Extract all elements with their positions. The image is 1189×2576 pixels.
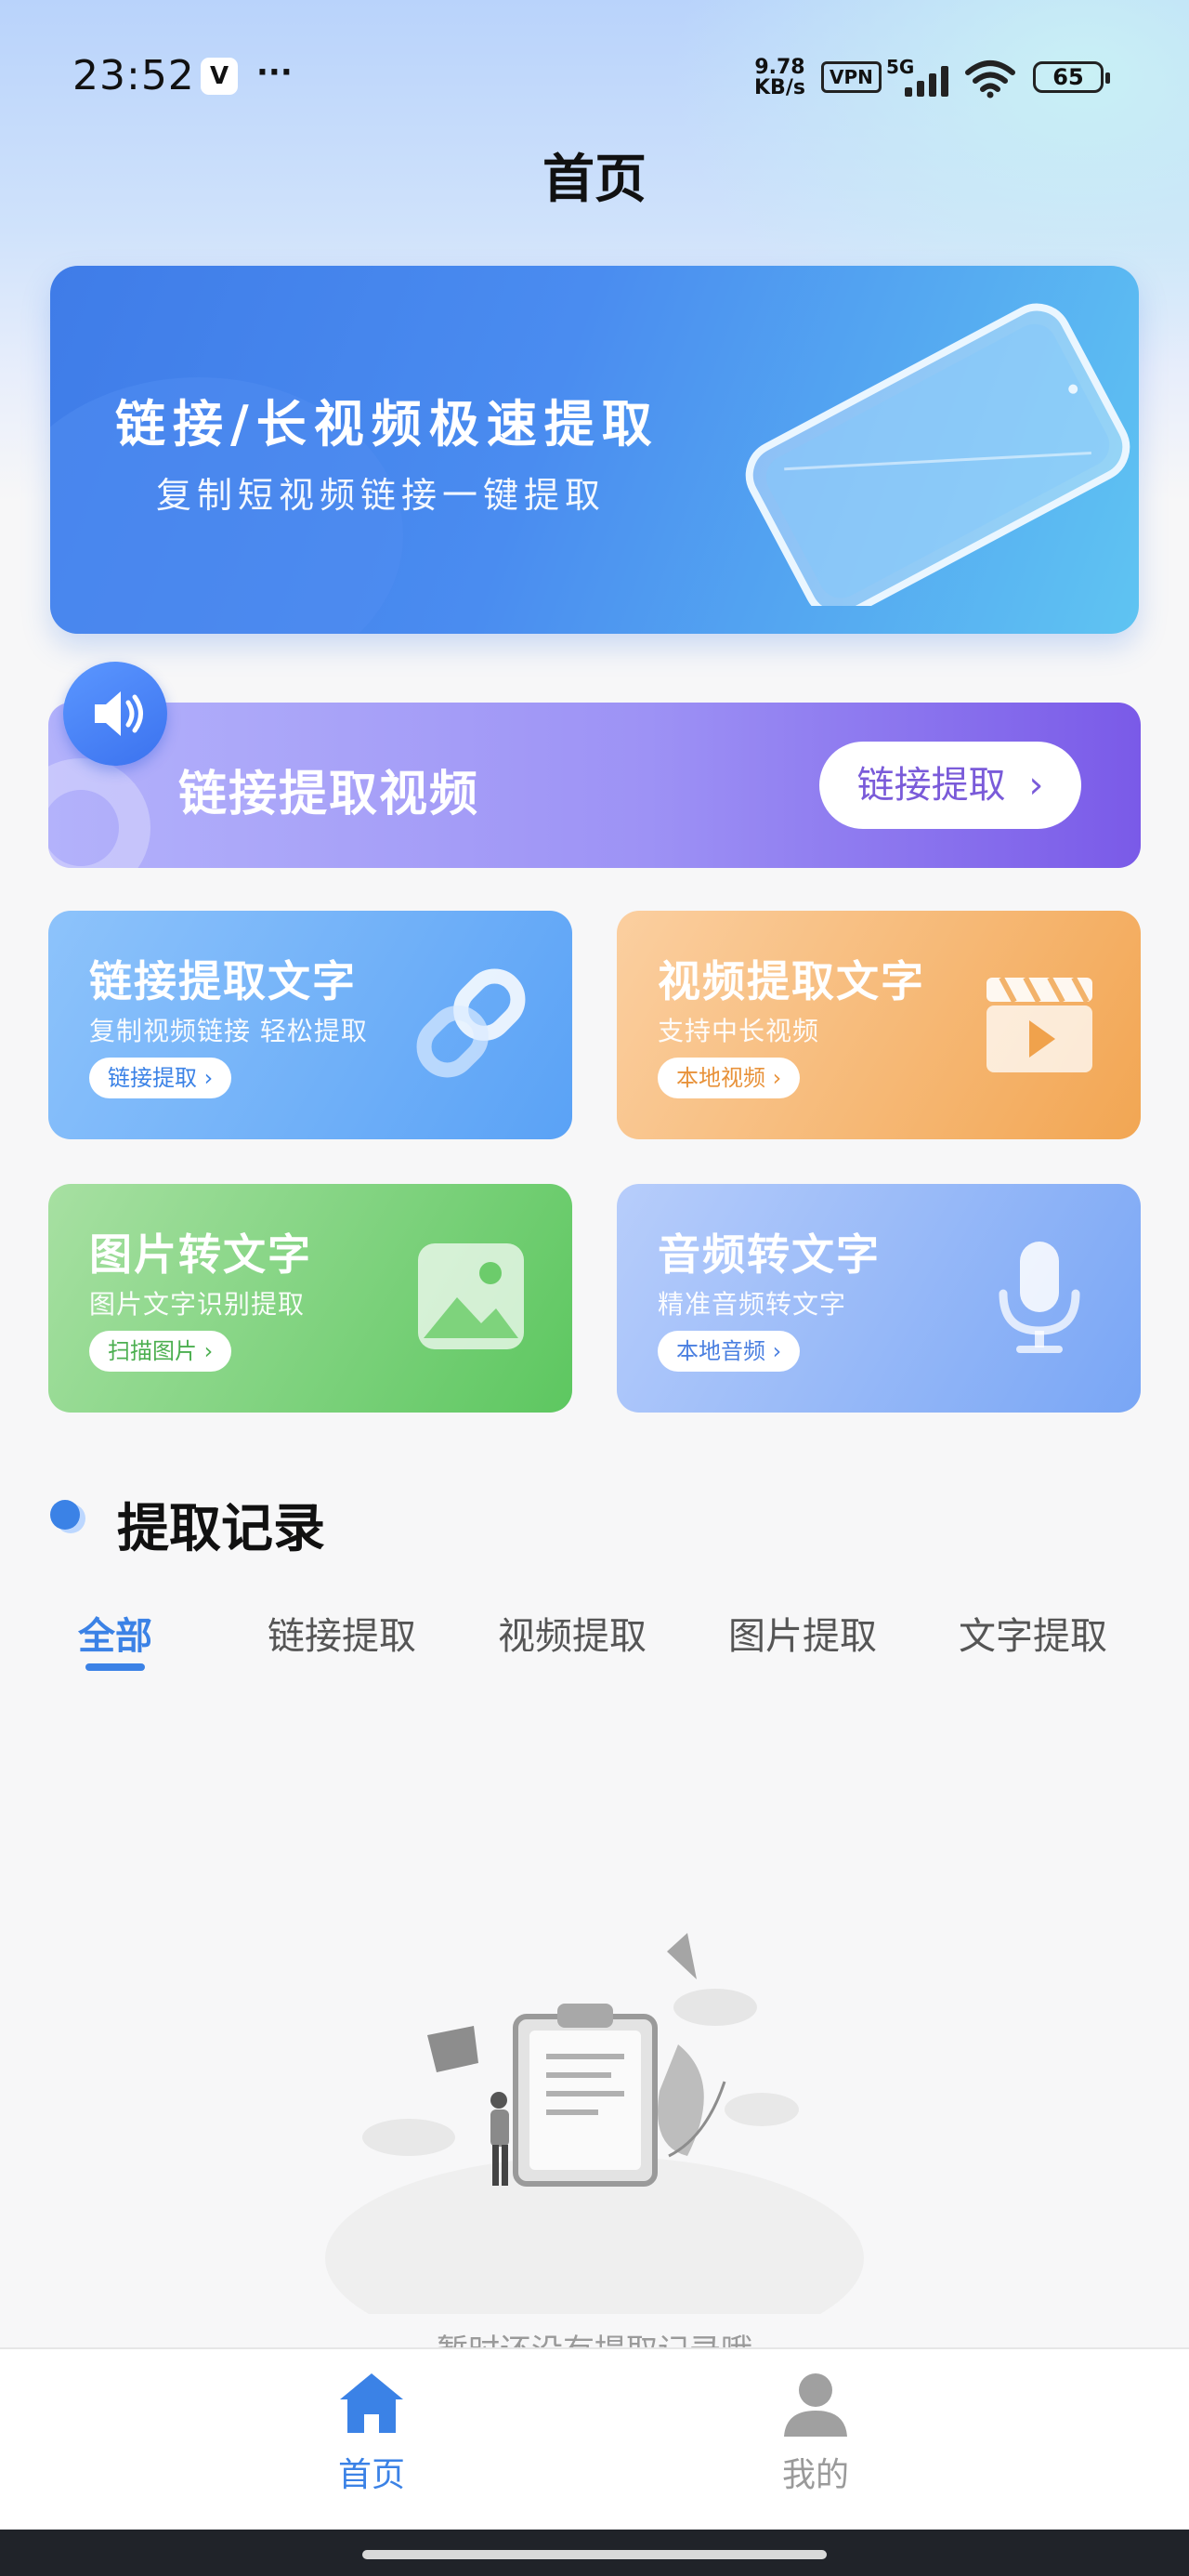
empty-state-illustration [325, 1933, 864, 2314]
network-speed-value: 9.78 [754, 56, 805, 79]
feature-title: 链接提取文字 [89, 956, 357, 1006]
link-extract-button-label: 链接提取 [856, 764, 1006, 807]
feature-button-label: 本地视频 [676, 1065, 765, 1091]
status-time: 23:52 [72, 52, 195, 99]
status-bar: 23:52 V ··· 9.78 KB/s VPN 5G 65 [0, 0, 1189, 158]
link-icon [416, 968, 526, 1078]
feature-button[interactable]: 扫描图片 › [89, 1331, 232, 1372]
wifi-icon [965, 60, 1015, 99]
card-decoration [48, 758, 150, 868]
app-notification-icon: V [201, 58, 238, 95]
tab-mine[interactable]: 我的 [723, 2368, 908, 2496]
feature-button[interactable]: 本地音频 › [658, 1331, 801, 1372]
network-speed: 9.78 KB/s [754, 58, 805, 99]
promo-banner[interactable]: 链接/长视频极速提取 复制短视频链接一键提取 [50, 266, 1139, 634]
home-gesture-handle[interactable] [362, 2550, 827, 2559]
phone-illustration [745, 303, 1130, 606]
image-icon [418, 1243, 524, 1349]
chevron-right-icon: › [1028, 764, 1044, 807]
link-extract-video-title: 链接提取视频 [178, 767, 480, 822]
bottom-tab-bar: 首页 我的 [0, 2347, 1189, 2531]
feature-subtitle: 图片文字识别提取 [89, 1289, 306, 1320]
active-tab-indicator [85, 1663, 145, 1671]
link-extract-button[interactable]: 链接提取 › [819, 742, 1081, 829]
vpn-badge: VPN [821, 61, 882, 93]
home-icon [340, 2373, 403, 2433]
signal-icon [905, 66, 948, 97]
battery-indicator: 65 [1033, 61, 1110, 93]
records-title: 提取记录 [117, 1499, 325, 1559]
feature-audio-to-text[interactable]: 音频转文字 精准音频转文字 本地音频 › [617, 1184, 1141, 1413]
feature-button[interactable]: 本地视频 › [658, 1058, 801, 1098]
tab-image-extract[interactable]: 图片提取 [728, 1606, 877, 1660]
section-dot-icon [50, 1500, 85, 1533]
tab-video-extract[interactable]: 视频提取 [498, 1606, 647, 1660]
feature-button-label: 本地音频 [676, 1338, 765, 1364]
speaker-glyph [95, 691, 143, 736]
speaker-icon [63, 662, 167, 766]
records-tabs: 全部 链接提取 视频提取 图片提取 文字提取 [0, 1606, 1189, 1680]
link-extract-video-card[interactable]: 链接提取视频 链接提取 › [48, 703, 1141, 868]
feature-video-to-text[interactable]: 视频提取文字 支持中长视频 本地视频 › [617, 911, 1141, 1139]
feature-title: 音频转文字 [658, 1229, 881, 1280]
system-navigation-bar [0, 2530, 1189, 2576]
tab-home-label: 首页 [337, 2456, 405, 2494]
page-title: 首页 [542, 150, 647, 210]
banner-title: 链接/长视频极速提取 [115, 395, 660, 453]
feature-subtitle: 精准音频转文字 [658, 1289, 847, 1320]
tab-link-extract[interactable]: 链接提取 [268, 1606, 416, 1660]
clapperboard-icon [986, 976, 1092, 1072]
feature-subtitle: 复制视频链接 轻松提取 [89, 1016, 368, 1046]
tab-home[interactable]: 首页 [279, 2368, 464, 2496]
more-notifications-icon: ··· [256, 54, 293, 91]
user-icon [784, 2373, 847, 2437]
feature-button-label: 扫描图片 [108, 1338, 197, 1364]
feature-title: 视频提取文字 [658, 956, 925, 1006]
tab-all[interactable]: 全部 [78, 1606, 152, 1660]
tab-mine-label: 我的 [781, 2456, 849, 2494]
feature-subtitle: 支持中长视频 [658, 1016, 820, 1046]
feature-button[interactable]: 链接提取 › [89, 1058, 232, 1098]
feature-button-label: 链接提取 [108, 1065, 197, 1091]
tab-text-extract[interactable]: 文字提取 [959, 1606, 1107, 1660]
feature-title: 图片转文字 [89, 1229, 312, 1280]
microphone-icon [999, 1242, 1080, 1353]
feature-link-to-text[interactable]: 链接提取文字 复制视频链接 轻松提取 链接提取 › [48, 911, 572, 1139]
banner-subtitle: 复制短视频链接一键提取 [156, 475, 607, 516]
network-speed-unit: KB/s [754, 76, 805, 99]
feature-image-to-text[interactable]: 图片转文字 图片文字识别提取 扫描图片 › [48, 1184, 572, 1413]
